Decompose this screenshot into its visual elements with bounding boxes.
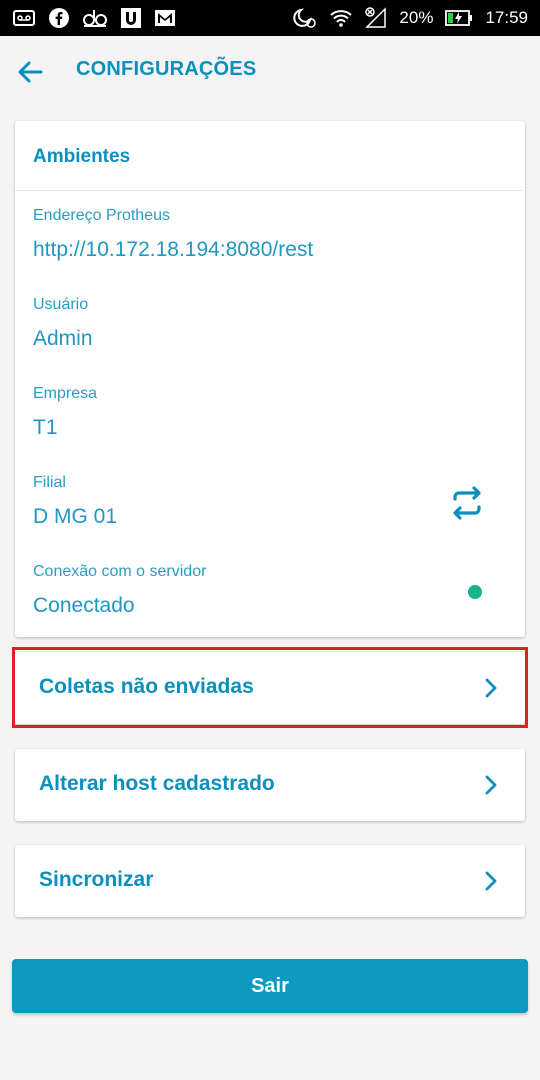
status-bar: 20% 17:59 <box>0 0 540 36</box>
menu-item-label: Sincronizar <box>39 868 154 891</box>
app-bar: CONFIGURAÇÕES <box>0 36 540 106</box>
company-label: Empresa <box>33 385 98 402</box>
clock: 17:59 <box>485 8 528 27</box>
swap-icon[interactable] <box>449 485 485 521</box>
do-not-disturb-alarm-icon <box>291 7 317 29</box>
status-bar-left <box>12 0 176 36</box>
protheus-address-label: Endereço Protheus <box>33 207 170 224</box>
server-connection-value: Conectado <box>33 594 135 617</box>
company-value: T1 <box>33 416 58 439</box>
user-label: Usuário <box>33 296 89 313</box>
page-title: CONFIGURAÇÕES <box>76 58 257 80</box>
chevron-right-icon <box>485 871 497 891</box>
environments-header: Ambientes <box>15 121 525 191</box>
protheus-address-value: http://10.172.18.194:8080/rest <box>33 238 314 261</box>
facebook-icon <box>48 7 70 29</box>
u-app-icon <box>120 7 142 29</box>
logout-button[interactable]: Sair <box>12 959 528 1013</box>
chevron-right-icon <box>485 678 497 698</box>
battery-charging-icon <box>445 9 473 27</box>
environments-title: Ambientes <box>33 146 131 167</box>
ubook-icon <box>82 8 108 28</box>
voicemail-icon <box>12 8 36 28</box>
branch-label: Filial <box>33 474 66 491</box>
no-signal-icon <box>365 7 387 29</box>
battery-percent: 20% <box>399 8 434 27</box>
gmail-icon <box>154 8 176 28</box>
status-bar-right: 20% 17:59 <box>291 0 528 36</box>
connection-status-dot <box>468 585 482 599</box>
menu-item-label: Coletas não enviadas <box>39 675 254 698</box>
server-connection-label: Conexão com o servidor <box>33 563 207 580</box>
menu-item-unsent-collections[interactable]: Coletas não enviadas <box>15 652 525 724</box>
menu-item-synchronize[interactable]: Sincronizar <box>15 845 525 917</box>
user-value: Admin <box>33 327 93 350</box>
menu-item-label: Alterar host cadastrado <box>39 772 275 795</box>
environments-card: Ambientes Endereço Protheus http://10.17… <box>15 121 525 637</box>
menu-item-change-host[interactable]: Alterar host cadastrado <box>15 749 525 821</box>
chevron-right-icon <box>485 775 497 795</box>
arrow-left-icon <box>18 61 43 83</box>
branch-value: D MG 01 <box>33 505 118 528</box>
back-button[interactable] <box>14 56 46 88</box>
wifi-icon <box>329 8 353 28</box>
